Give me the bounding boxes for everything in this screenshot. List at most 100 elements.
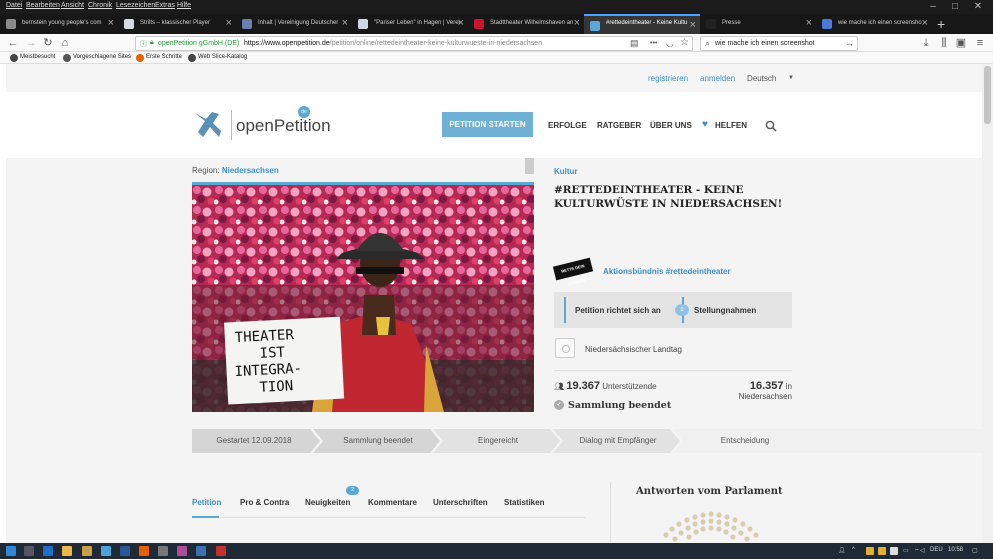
minimize-icon[interactable]: –	[923, 0, 943, 14]
volume-icon[interactable]: ◁	[920, 547, 925, 554]
pocket-icon[interactable]: ◡	[666, 38, 674, 49]
browser-tab[interactable]: bernstein young people's com ×	[0, 14, 118, 34]
new-tab-icon[interactable]: +	[937, 16, 945, 32]
app-icon[interactable]	[82, 546, 92, 556]
firefox-icon[interactable]	[139, 546, 149, 556]
register-link[interactable]: registrieren	[648, 74, 688, 83]
tab-close-icon[interactable]: ×	[458, 17, 464, 29]
bookmark-item[interactable]: Vorgeschlagene Sites	[63, 54, 131, 62]
clock[interactable]: 10:58	[948, 547, 963, 553]
scrollbar-thumb[interactable]	[984, 66, 991, 124]
bookmark-flag-icon[interactable]	[525, 158, 534, 174]
browser-tab-active[interactable]: #rettedeintheater - Keine Kultu ×	[584, 14, 700, 34]
browser-tab[interactable]: wie mache ich einen screensho ×	[816, 14, 932, 34]
forward-icon[interactable]: →	[24, 36, 38, 50]
url-bar[interactable]: ⓘ 🔒︎ openPetition gGmbH (DE) https://www…	[135, 36, 693, 51]
chevron-up-icon[interactable]: ^	[852, 547, 855, 553]
tab-statistics[interactable]: Statistiken	[504, 498, 544, 507]
start-petition-button[interactable]: PETITION STARTEN	[442, 112, 533, 137]
tray-app-icon[interactable]	[866, 547, 874, 555]
browser-tab[interactable]: Strilts – klassischer Player ×	[118, 14, 236, 34]
edge-icon[interactable]	[43, 546, 53, 556]
battery-icon[interactable]: ▭	[903, 547, 909, 554]
page-scrollbar[interactable]	[982, 64, 993, 543]
logo-icon[interactable]	[192, 110, 222, 140]
tab-close-icon[interactable]: ×	[108, 17, 114, 29]
tab-comments[interactable]: Kommentare	[368, 498, 417, 507]
task-view-icon[interactable]	[24, 546, 34, 556]
notifications-icon[interactable]: ▢	[972, 547, 978, 554]
bookmark-item[interactable]: Meistbesucht	[10, 54, 55, 62]
menu-extras[interactable]: Extras	[155, 2, 175, 9]
tab-close-icon[interactable]: ×	[226, 17, 232, 29]
menu-datei[interactable]: Datei	[6, 2, 22, 9]
nav-successes[interactable]: ERFOLGE	[548, 121, 587, 130]
page-actions-icon[interactable]: •••	[650, 40, 657, 47]
search-go-icon[interactable]: →	[845, 38, 854, 48]
app-icon[interactable]	[158, 546, 168, 556]
nav-guide[interactable]: RATGEBER	[597, 121, 641, 130]
info-icon[interactable]: ⓘ	[140, 39, 147, 49]
recipient-label[interactable]: Petition richtet sich an	[575, 306, 661, 315]
initiator-logo[interactable]: RETTE DEIN THEATER	[552, 257, 594, 287]
login-link[interactable]: anmelden	[700, 74, 735, 83]
language-select[interactable]: Deutsch	[747, 74, 776, 83]
browser-tab[interactable]: "Pariser Leben" in Hagen | Verei ×	[352, 14, 468, 34]
language-indicator[interactable]: DEU	[930, 547, 943, 553]
browser-tab[interactable]: Presse ×	[700, 14, 816, 34]
site-identity[interactable]: openPetition gGmbH (DE)	[158, 40, 239, 47]
nav-about[interactable]: ÜBER UNS	[650, 121, 692, 130]
network-icon[interactable]: ⌔	[914, 547, 920, 555]
menu-ansicht[interactable]: Ansicht	[61, 2, 84, 9]
tray-app-icon[interactable]	[878, 547, 886, 555]
menu-bearbeiten[interactable]: Bearbeiten	[26, 2, 60, 9]
tab-close-icon[interactable]: ×	[690, 19, 696, 31]
explorer-icon[interactable]	[62, 546, 72, 556]
tab-petition[interactable]: Petition	[192, 498, 221, 507]
menu-chronik[interactable]: Chronik	[88, 2, 112, 9]
word-icon[interactable]	[120, 546, 130, 556]
menu-lesezeichen[interactable]: Lesezeichen	[116, 2, 155, 9]
menu-hilfe[interactable]: Hilfe	[177, 2, 191, 9]
tab-close-icon[interactable]: ×	[574, 17, 580, 29]
app-icon[interactable]	[101, 546, 111, 556]
region-link[interactable]: Niedersachsen	[222, 166, 279, 175]
bookmark-star-icon[interactable]: ☆	[680, 37, 689, 48]
tab-close-icon[interactable]: ×	[806, 17, 812, 29]
logo-text[interactable]: openPetition	[236, 116, 331, 136]
home-icon[interactable]: ⌂	[58, 36, 72, 50]
url-text[interactable]: https://www.openpetition.de/petition/onl…	[244, 40, 542, 47]
bookmark-item[interactable]: Erste Schritte	[136, 54, 182, 62]
tab-close-icon[interactable]: ×	[342, 17, 348, 29]
browser-tab[interactable]: Stadttheater Wilhelmshaven an ×	[468, 14, 584, 34]
search-bar[interactable]: ⌕ wie mache ich einen screenshot →	[700, 36, 858, 51]
start-icon[interactable]	[6, 546, 16, 556]
nav-help[interactable]: HELFEN	[715, 121, 747, 130]
reader-view-icon[interactable]: ▤	[630, 38, 639, 49]
tab-pro-contra[interactable]: Pro & Contra	[240, 498, 289, 507]
browser-tab[interactable]: Inhalt | Vereinigung Deutscher ×	[236, 14, 352, 34]
close-window-icon[interactable]: ✕	[968, 0, 988, 14]
downloads-icon[interactable]: ⤓	[919, 36, 933, 50]
library-icon[interactable]: ⫼	[937, 36, 951, 50]
reload-icon[interactable]: ↻	[41, 36, 55, 50]
back-icon[interactable]: ←	[6, 36, 20, 50]
chevron-down-icon[interactable]: ▼	[788, 75, 794, 81]
app-icon[interactable]	[177, 546, 187, 556]
sidebar-icon[interactable]: ▣	[954, 36, 968, 50]
bookmark-item[interactable]: Web Slice-Katalog	[188, 54, 247, 62]
initiator-link[interactable]: Aktionsbündnis #rettedeintheater	[603, 267, 731, 276]
search-input[interactable]: wie mache ich einen screenshot	[715, 40, 815, 47]
tray-app-icon[interactable]	[890, 547, 898, 555]
pdf-icon[interactable]	[216, 546, 226, 556]
hamburger-menu-icon[interactable]: ≡	[973, 36, 987, 50]
statements-label[interactable]: Stellungnahmen	[694, 306, 756, 315]
people-icon[interactable]: 👤︎	[838, 547, 846, 554]
search-icon[interactable]	[765, 120, 777, 132]
tab-news[interactable]: Neuigkeiten	[305, 498, 350, 507]
tab-close-icon[interactable]: ×	[922, 17, 928, 29]
maximize-icon[interactable]: □	[945, 0, 965, 14]
category-link[interactable]: Kultur	[554, 167, 578, 176]
tab-signatures[interactable]: Unterschriften	[433, 498, 488, 507]
app-icon[interactable]	[196, 546, 206, 556]
